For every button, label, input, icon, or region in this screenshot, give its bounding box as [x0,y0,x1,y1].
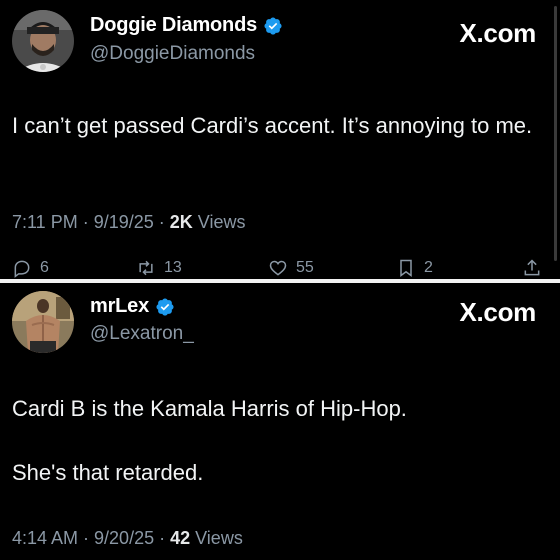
bookmark-count: 2 [424,259,433,276]
timestamp[interactable]: 4:14 AM · 9/20/25 · [12,528,170,548]
tweet-text-line-2: She's that retarded. [12,460,204,485]
tweet-text: Cardi B is the Kamala Harris of Hip-Hop.… [12,393,552,489]
tweet-text-line-1: Cardi B is the Kamala Harris of Hip-Hop. [12,396,407,421]
handle[interactable]: @Lexatron_ [90,323,194,345]
share-icon [524,259,540,276]
like-button[interactable]: 55 [268,258,314,278]
avatar[interactable] [12,10,74,72]
action-bar: 6 13 55 2 [0,258,560,279]
display-name[interactable]: mrLex [90,295,149,318]
bookmark-icon [400,259,412,277]
avatar[interactable] [12,291,74,353]
tweet-text: I can’t get passed Cardi’s accent. It’s … [12,113,533,138]
like-count: 55 [296,259,314,276]
reply-button[interactable]: 6 [12,258,49,278]
tweet-meta: 7:11 PM · 9/19/25 · 2K Views [12,212,245,233]
reply-icon [14,260,30,278]
handle[interactable]: @DoggieDiamonds [90,43,255,65]
display-name[interactable]: Doggie Diamonds [90,14,257,37]
reply-count: 6 [40,259,49,276]
repost-button[interactable]: 13 [136,258,182,278]
scrollbar[interactable] [554,6,557,261]
tweet-card-2: mrLex @Lexatron_ X.com Cardi B is the Ka… [0,283,560,560]
views-label: Views [192,212,246,232]
repost-icon [139,260,153,276]
tweet-meta: 4:14 AM · 9/20/25 · 42 Views [12,528,243,549]
brand-label: X.com [459,18,536,48]
views-count: 2K [169,212,193,232]
verified-badge-icon [264,16,282,35]
bookmark-button[interactable]: 2 [396,258,433,278]
views-label: Views [190,528,243,548]
like-icon [269,260,287,276]
views-count: 42 [170,528,191,548]
repost-count: 13 [164,259,182,276]
brand-label: X.com [459,297,536,327]
timestamp[interactable]: 7:11 PM · 9/19/25 · [12,212,170,232]
share-button[interactable] [522,258,542,278]
verified-badge-icon [156,297,174,316]
tweet-card-1: Doggie Diamonds @DoggieDiamonds X.com I … [0,0,560,279]
